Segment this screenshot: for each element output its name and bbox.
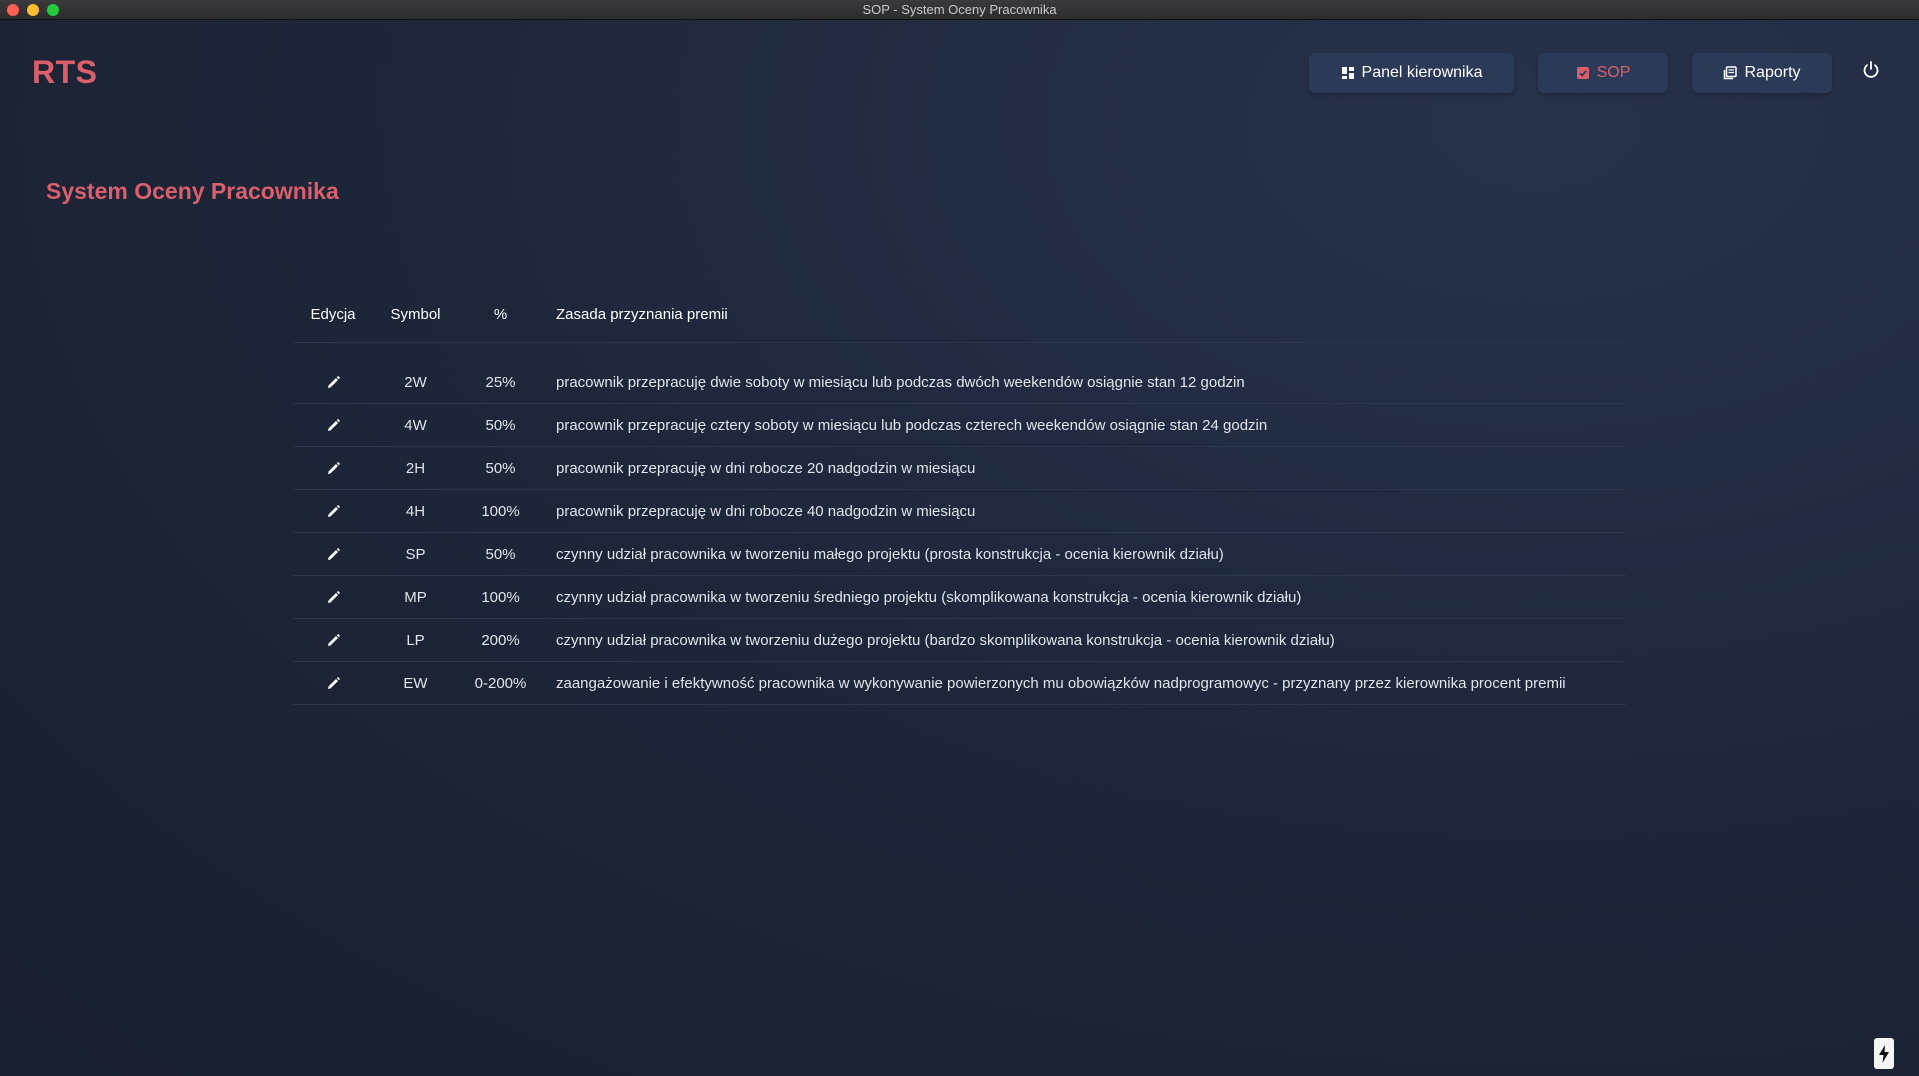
checkbox-icon (1576, 66, 1590, 80)
percent-cell: 0-200% (458, 661, 543, 705)
edit-icon[interactable] (326, 461, 341, 476)
symbol-cell: 2H (373, 446, 458, 490)
bolt-icon[interactable] (1874, 1038, 1894, 1069)
edit-cell (293, 532, 373, 576)
column-header-percent: % (458, 286, 543, 343)
symbol-cell: 4H (373, 489, 458, 533)
raporty-button[interactable]: Raporty (1692, 53, 1832, 93)
table-row: MP 100% czynny udział pracownika w tworz… (293, 575, 1626, 619)
rule-cell: czynny udział pracownika w tworzeniu duż… (543, 618, 1626, 662)
panel-kierownika-button[interactable]: Panel kierownika (1309, 53, 1514, 93)
window-close-button[interactable] (7, 4, 19, 16)
edit-cell (293, 575, 373, 619)
symbol-cell: MP (373, 575, 458, 619)
panel-kierownika-label: Panel kierownika (1361, 64, 1483, 81)
window-title: SOP - System Oceny Pracownika (862, 2, 1057, 17)
column-header-rule: Zasada przyznania premii (543, 286, 1626, 343)
percent-cell: 200% (458, 618, 543, 662)
sop-button[interactable]: SOP (1538, 53, 1668, 93)
rule-cell: pracownik przepracuję w dni robocze 40 n… (543, 489, 1626, 533)
dashboard-icon (1341, 66, 1355, 80)
percent-cell: 50% (458, 403, 543, 447)
edit-icon[interactable] (326, 504, 341, 519)
table-header-row: Edycja Symbol % Zasada przyznania premii (293, 286, 1626, 343)
table-row: 4W 50% pracownik przepracuję cztery sobo… (293, 403, 1626, 447)
edit-icon[interactable] (326, 375, 341, 390)
symbol-cell: 2W (373, 361, 458, 404)
bonus-rules-table: Edycja Symbol % Zasada przyznania premii… (293, 286, 1626, 705)
edit-cell (293, 403, 373, 447)
power-icon[interactable] (1858, 57, 1884, 83)
percent-cell: 50% (458, 532, 543, 576)
edit-icon[interactable] (326, 418, 341, 433)
percent-cell: 25% (458, 361, 543, 404)
percent-cell: 100% (458, 575, 543, 619)
table-row: SP 50% czynny udział pracownika w tworze… (293, 532, 1626, 576)
rule-cell: czynny udział pracownika w tworzeniu śre… (543, 575, 1626, 619)
window-maximize-button[interactable] (47, 4, 59, 16)
column-header-edit: Edycja (293, 286, 373, 343)
table-row: EW 0-200% zaangażowanie i efektywność pr… (293, 661, 1626, 705)
table-row: 2W 25% pracownik przepracuję dwie soboty… (293, 361, 1626, 404)
symbol-cell: EW (373, 661, 458, 705)
page-title: System Oceny Pracownika (46, 178, 339, 204)
edit-cell (293, 361, 373, 404)
edit-icon[interactable] (326, 633, 341, 648)
sop-label: SOP (1596, 64, 1631, 81)
percent-cell: 100% (458, 489, 543, 533)
rule-cell: pracownik przepracuję cztery soboty w mi… (543, 403, 1626, 447)
rule-cell: pracownik przepracuję w dni robocze 20 n… (543, 446, 1626, 490)
symbol-cell: SP (373, 532, 458, 576)
rule-cell: czynny udział pracownika w tworzeniu mał… (543, 532, 1626, 576)
edit-icon[interactable] (326, 547, 341, 562)
column-header-symbol: Symbol (373, 286, 458, 343)
table-spacer (293, 343, 1626, 362)
edit-cell (293, 446, 373, 490)
percent-cell: 50% (458, 446, 543, 490)
symbol-cell: LP (373, 618, 458, 662)
edit-cell (293, 618, 373, 662)
rule-cell: zaangażowanie i efektywność pracownika w… (543, 661, 1626, 705)
table-row: 4H 100% pracownik przepracuję w dni robo… (293, 489, 1626, 533)
edit-cell (293, 661, 373, 705)
reports-icon (1723, 66, 1738, 80)
app-container: RTS Panel kierownika SOP Raporty System … (0, 20, 1919, 1076)
edit-cell (293, 489, 373, 533)
rule-cell: pracownik przepracuję dwie soboty w mies… (543, 361, 1626, 404)
window-titlebar: SOP - System Oceny Pracownika (0, 0, 1919, 20)
symbol-cell: 4W (373, 403, 458, 447)
app-logo: RTS (32, 54, 98, 90)
table-row: 2H 50% pracownik przepracuję w dni roboc… (293, 446, 1626, 490)
edit-icon[interactable] (326, 676, 341, 691)
raporty-label: Raporty (1744, 64, 1801, 81)
table-row: LP 200% czynny udział pracownika w tworz… (293, 618, 1626, 662)
window-minimize-button[interactable] (27, 4, 39, 16)
edit-icon[interactable] (326, 590, 341, 605)
table-spacer-cell (293, 343, 1626, 362)
